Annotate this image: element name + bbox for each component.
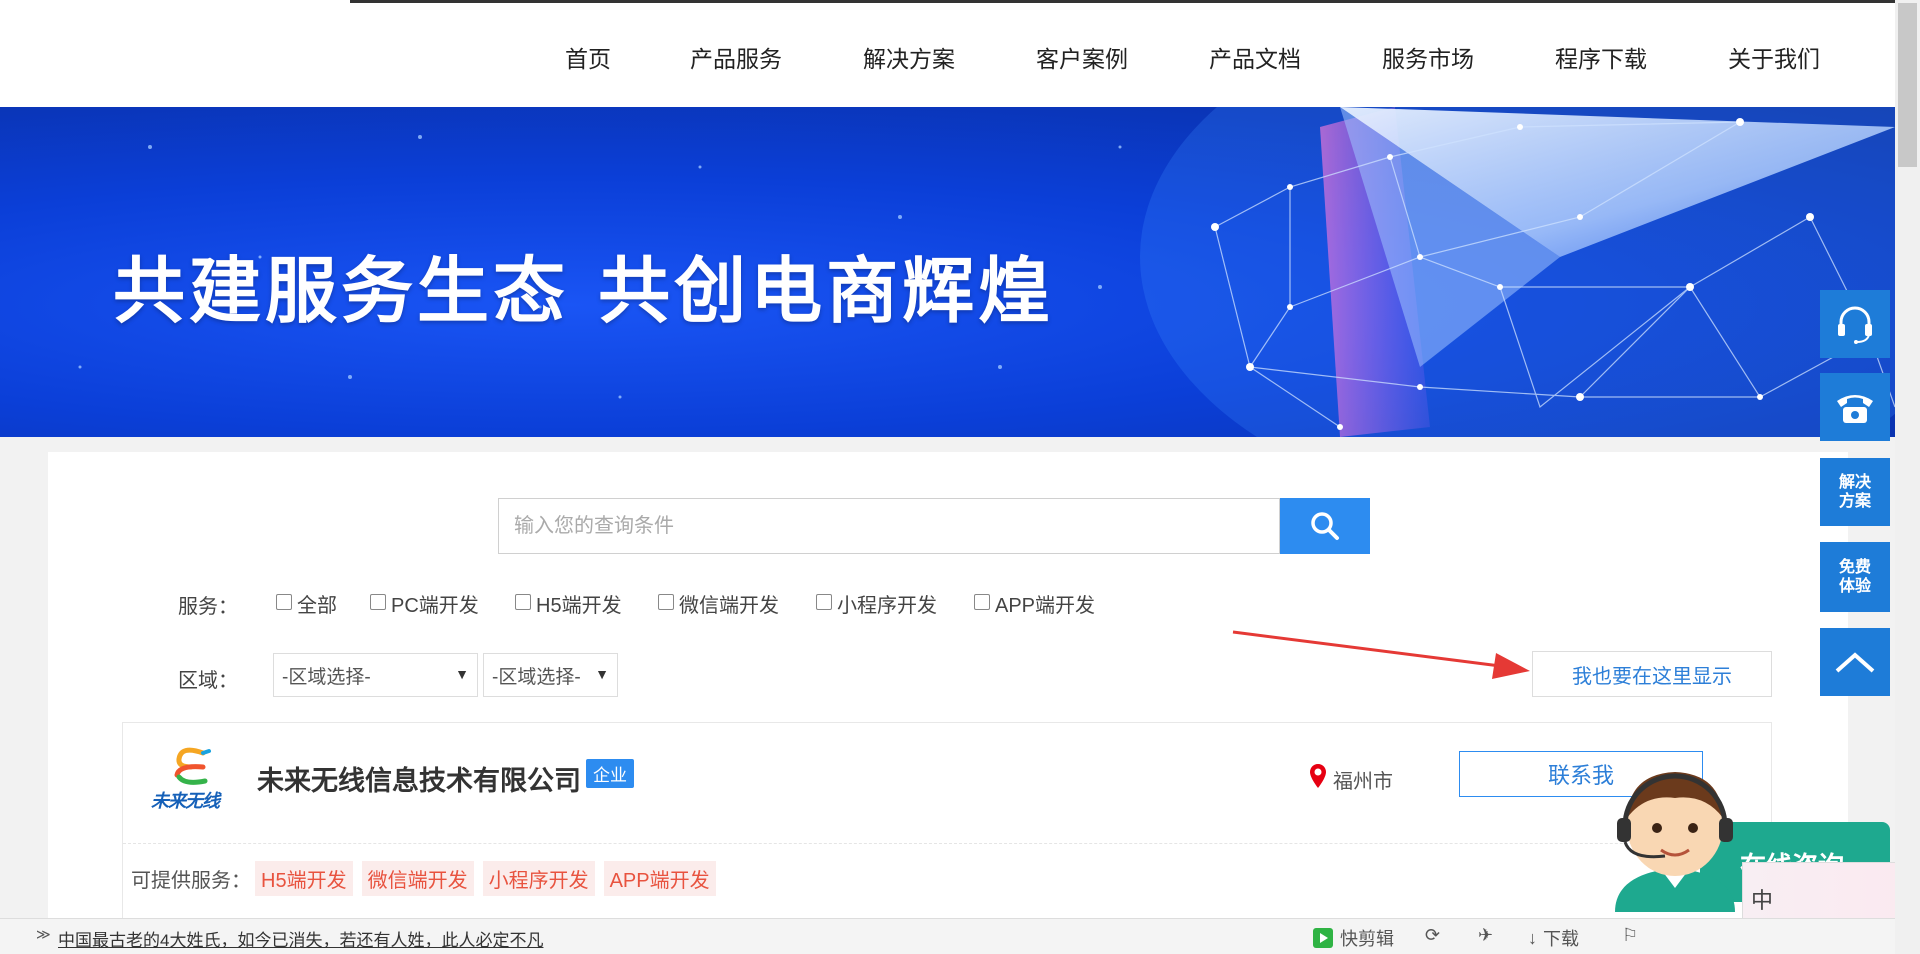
hero-banner: 共建服务生态 共创电商辉煌 <box>0 107 1895 437</box>
service-option-label: 小程序开发 <box>837 595 937 617</box>
caret-down-icon: ▼ <box>455 666 469 682</box>
search-icon <box>1311 512 1339 540</box>
double-chevron-down-icon[interactable]: ≫ <box>36 926 51 943</box>
service-option-label: 全部 <box>297 595 337 617</box>
service-option-label: APP端开发 <box>995 595 1096 617</box>
checkbox[interactable] <box>276 593 292 610</box>
location-pin-icon <box>1310 764 1326 788</box>
service-option-label: 微信端开发 <box>679 595 779 617</box>
flag-icon: ⚐ <box>1622 925 1639 945</box>
company-logo-icon <box>174 747 211 785</box>
service-tag: H5端开发 <box>255 861 353 896</box>
checkbox[interactable] <box>658 593 674 610</box>
nav-item-market[interactable]: 服务市场 <box>1382 40 1474 74</box>
services-label: 可提供服务： <box>131 870 251 892</box>
telephone-icon <box>1837 395 1873 423</box>
browser-bottom-bar: ≫ 中国最古老的4大姓氏，如今已消失，若还有人姓，此人必定不凡 快剪辑 ⟳ ✈ … <box>0 918 1895 954</box>
news-ticker-link[interactable]: 中国最古老的4大姓氏，如今已消失，若还有人姓，此人必定不凡 <box>58 926 543 951</box>
service-option-app[interactable]: APP端开发 <box>974 589 1095 618</box>
customer-service-avatar-icon <box>1615 772 1735 912</box>
service-tag: 小程序开发 <box>482 861 595 896</box>
company-type-badge: 企业 <box>586 759 634 788</box>
refresh-icon: ⟳ <box>1425 925 1441 945</box>
pin-icon: ✈ <box>1478 925 1494 945</box>
float-solutions[interactable]: 解决方案 <box>1820 458 1890 526</box>
checkbox[interactable] <box>515 593 531 610</box>
nav-item-solutions[interactable]: 解决方案 <box>863 40 955 74</box>
quick-edit-label: 快剪辑 <box>1340 929 1394 949</box>
service-filter-label: 服务： <box>178 596 238 618</box>
checkbox[interactable] <box>974 593 990 610</box>
search-input[interactable] <box>499 499 1279 553</box>
main-nav: 首页 产品服务 解决方案 客户案例 产品文档 服务市场 程序下载 关于我们 <box>0 40 1895 80</box>
arrow-down-icon: ↓ <box>1528 927 1537 948</box>
main-content: 服务： 全部 PC端开发 H5端开发 微信端开发 小程序开发 APP端开发 区域… <box>48 452 1848 954</box>
region-select-province[interactable]: -区域选择- ▼ <box>273 653 478 697</box>
select-value: -区域选择- <box>492 666 581 688</box>
flag-button[interactable]: ⚐ <box>1622 925 1638 946</box>
scrollbar-thumb[interactable] <box>1898 3 1917 167</box>
service-option-label: H5端开发 <box>536 595 622 617</box>
caret-down-icon: ▼ <box>595 666 609 682</box>
nav-item-docs[interactable]: 产品文档 <box>1209 40 1301 74</box>
nav-item-home[interactable]: 首页 <box>565 40 611 74</box>
service-tag: 微信端开发 <box>361 861 474 896</box>
checkbox[interactable] <box>816 593 832 610</box>
search-box <box>498 498 1280 554</box>
nav-item-about[interactable]: 关于我们 <box>1728 40 1820 74</box>
banner-slogan: 共建服务生态 共创电商辉煌 <box>113 249 1055 333</box>
download-button[interactable]: ↓ 下载 <box>1528 925 1579 951</box>
service-option-pc[interactable]: PC端开发 <box>370 589 479 618</box>
company-name[interactable]: 未来无线信息技术有限公司 <box>257 759 581 798</box>
float-free-trial-label: 免费体验 <box>1838 559 1871 595</box>
float-solutions-label: 解决方案 <box>1838 474 1871 510</box>
service-option-all[interactable]: 全部 <box>276 589 337 618</box>
float-phone[interactable] <box>1820 373 1890 441</box>
download-label: 下载 <box>1543 929 1579 949</box>
float-free-trial[interactable]: 免费体验 <box>1820 542 1890 612</box>
header-top-line <box>350 0 1895 3</box>
annotation-arrow-icon <box>1232 630 1530 679</box>
company-services: 可提供服务： H5端开发 微信端开发 小程序开发 APP端开发 <box>131 861 725 896</box>
checkbox[interactable] <box>370 593 386 610</box>
nav-item-products[interactable]: 产品服务 <box>690 40 782 74</box>
nav-item-cases[interactable]: 客户案例 <box>1036 40 1128 74</box>
pin-button[interactable]: ✈ <box>1478 925 1493 946</box>
refresh-button[interactable]: ⟳ <box>1425 925 1440 946</box>
headset-icon <box>1838 306 1872 344</box>
quick-edit-button[interactable]: 快剪辑 <box>1312 925 1394 951</box>
float-customer-service[interactable] <box>1820 290 1890 358</box>
company-logo[interactable]: 未来无线 <box>151 745 225 811</box>
region-filter-label: 区域： <box>178 670 238 692</box>
site-header: 首页 产品服务 解决方案 客户案例 产品文档 服务市场 程序下载 关于我们 <box>0 0 1895 107</box>
search-button[interactable] <box>1280 498 1370 554</box>
select-value: -区域选择- <box>282 666 371 688</box>
region-select-city[interactable]: -区域选择- ▼ <box>483 653 618 697</box>
company-logo-text: 未来无线 <box>151 791 220 811</box>
back-to-top-button[interactable] <box>1820 628 1890 696</box>
page-scrollbar[interactable] <box>1895 0 1920 954</box>
nav-item-download[interactable]: 程序下载 <box>1555 40 1647 74</box>
service-option-label: PC端开发 <box>391 595 479 617</box>
show-here-button[interactable]: 我也要在这里显示 <box>1532 651 1772 697</box>
chevron-up-icon <box>1835 652 1875 673</box>
service-tag: APP端开发 <box>603 861 716 896</box>
service-option-wechat[interactable]: 微信端开发 <box>658 589 779 618</box>
company-city: 福州市 <box>1333 771 1393 793</box>
service-option-h5[interactable]: H5端开发 <box>515 589 622 618</box>
quick-edit-icon <box>1313 928 1333 948</box>
card-divider <box>123 843 1773 844</box>
ime-mode[interactable]: 中 <box>1751 883 1773 915</box>
service-option-miniprogram[interactable]: 小程序开发 <box>816 589 937 618</box>
